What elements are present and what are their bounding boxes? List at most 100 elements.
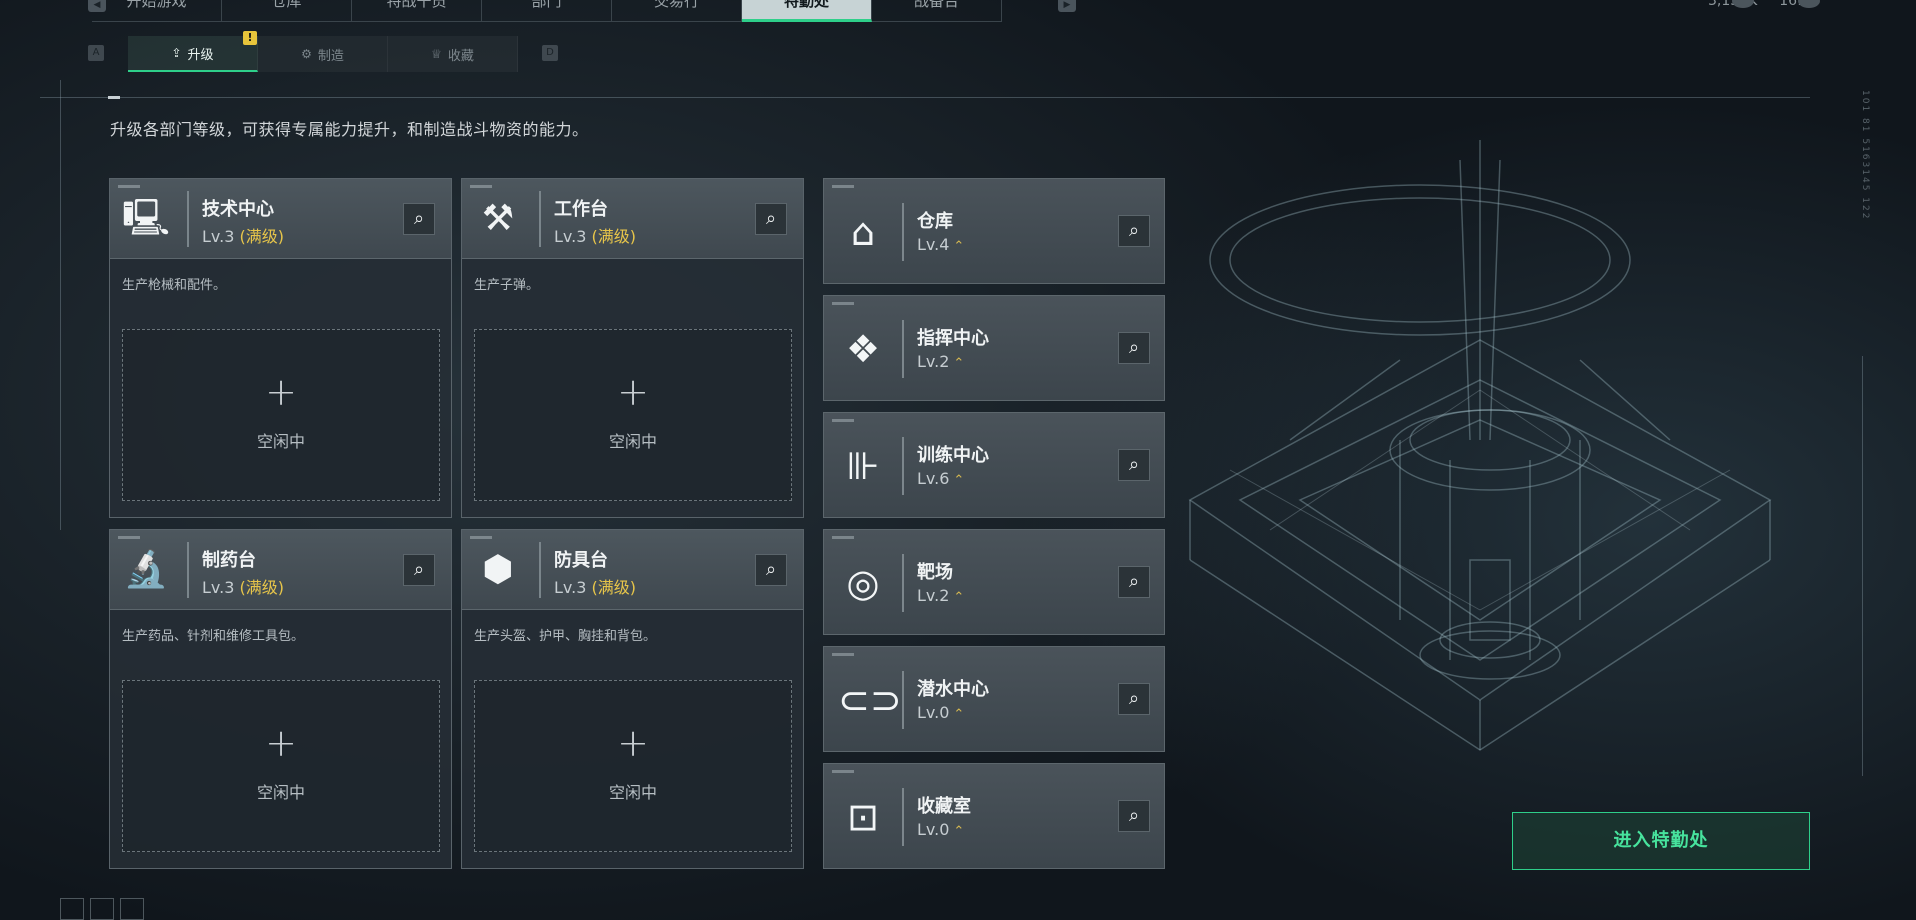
plus-icon: +	[617, 370, 649, 414]
base-blueprint-illustration	[1188, 140, 1772, 751]
max-level-tag: (满级)	[239, 578, 285, 597]
search-icon[interactable]: ⌕	[403, 203, 435, 235]
search-icon[interactable]: ⌕	[755, 554, 787, 586]
bottom-decoration	[60, 898, 144, 920]
target-icon: ◎	[846, 561, 880, 605]
search-icon[interactable]: ⌕	[1118, 449, 1150, 481]
facility-name: 潜水中心	[917, 679, 989, 700]
facility-name: 收藏室	[917, 796, 971, 817]
facility-warehouse[interactable]: ⌂ 仓库 Lv.4 ⌃ ⌕	[823, 178, 1165, 284]
facility-level: Lv.4 ⌃	[917, 235, 965, 254]
search-icon[interactable]: ⌕	[403, 554, 435, 586]
search-icon[interactable]: ⌕	[1118, 215, 1150, 247]
divider	[902, 788, 904, 846]
station-name: 技术中心	[202, 199, 274, 220]
page-description: 升级各部门等级，可获得专属能力提升，和制造战斗物资的能力。	[110, 120, 589, 139]
production-slot[interactable]: + 空闲中	[474, 680, 792, 852]
max-level-tag: (满级)	[591, 227, 637, 246]
station-name: 防具台	[554, 550, 608, 571]
divider	[187, 191, 189, 247]
station-card-armor[interactable]: ⬢ 防具台 Lv.3 (满级) ⌕ 生产头盔、护甲、胸挂和背包。 + 空闲中	[461, 529, 804, 869]
cubes-icon: ⬢	[482, 549, 514, 590]
top-tab-operators[interactable]: 特战干员	[352, 0, 482, 22]
card-tag	[832, 302, 854, 305]
deco-box	[90, 898, 114, 920]
card-header: ⬢ 防具台 Lv.3 (满级) ⌕	[462, 530, 803, 610]
slot-status: 空闲中	[608, 432, 657, 451]
facility-name: 仓库	[917, 211, 953, 232]
divider	[902, 320, 904, 378]
divider	[902, 671, 904, 729]
station-card-workbench[interactable]: ⚒ 工作台 Lv.3 (满级) ⌕ 生产子弹。 + 空闲中	[461, 178, 804, 518]
top-tab-armory[interactable]: 战备台	[872, 0, 1002, 22]
top-tab-warehouse[interactable]: 仓库	[222, 0, 352, 22]
station-card-pharmacy[interactable]: 🔬 制药台 Lv.3 (满级) ⌕ 生产药品、针剂和维修工具包。 + 空闲中	[109, 529, 452, 869]
card-tag	[470, 536, 492, 539]
production-slot[interactable]: + 空闲中	[474, 329, 792, 501]
slot-status: 空闲中	[256, 432, 305, 451]
tools-icon: ⚒	[481, 198, 515, 239]
upgrade-arrow-icon: ⌃	[953, 824, 965, 839]
upgrade-arrow-icon: ⌃	[953, 707, 965, 722]
facility-name: 指挥中心	[917, 328, 989, 349]
sub-nav-next-key[interactable]: D	[542, 45, 558, 61]
top-tab-start-game[interactable]: 开始游戏	[92, 0, 222, 22]
search-icon[interactable]: ⌕	[1118, 800, 1150, 832]
plus-icon: +	[265, 721, 297, 765]
sub-tab-craft[interactable]: ⚙ 制造	[258, 36, 388, 72]
upgrade-arrow-icon: ⌃	[953, 239, 965, 254]
top-tab-trade[interactable]: 交易行	[612, 0, 742, 22]
sub-tab-label: 制造	[317, 48, 344, 64]
card-tag	[470, 185, 492, 188]
search-icon[interactable]: ⌕	[1118, 683, 1150, 715]
frame-line-right	[1862, 356, 1863, 776]
max-level-tag: (满级)	[239, 227, 285, 246]
frame-line-left	[60, 80, 61, 530]
search-icon[interactable]: ⌕	[755, 203, 787, 235]
station-level: Lv.3 (满级)	[554, 578, 636, 597]
station-level: Lv.3 (满级)	[554, 227, 637, 246]
top-tab-special-ops[interactable]: 特勤处	[742, 0, 872, 22]
card-tag	[118, 185, 140, 188]
station-level: Lv.3 (满级)	[202, 227, 285, 246]
station-name: 制药台	[202, 550, 256, 571]
facility-shooting-range[interactable]: ◎ 靶场 Lv.2 ⌃ ⌕	[823, 529, 1165, 635]
divider	[539, 542, 541, 598]
facility-collection-room[interactable]: ⊡ 收藏室 Lv.0 ⌃ ⌕	[823, 763, 1165, 869]
search-icon[interactable]: ⌕	[1118, 566, 1150, 598]
top-nav-next-key[interactable]: ▶	[1058, 0, 1076, 12]
divider	[902, 437, 904, 495]
divider	[902, 554, 904, 612]
deco-box	[60, 898, 84, 920]
sub-tab-collection[interactable]: ♕ 收藏	[388, 36, 518, 72]
facility-level: Lv.0 ⌃	[917, 703, 965, 722]
plus-icon: +	[617, 721, 649, 765]
facility-level: Lv.2 ⌃	[917, 586, 965, 605]
top-tab-departments[interactable]: 部门	[482, 0, 612, 22]
sub-tab-label: 收藏	[447, 48, 474, 64]
sub-nav-prev-key[interactable]: A	[88, 45, 104, 61]
facility-name: 训练中心	[917, 445, 989, 466]
facility-level: Lv.0 ⌃	[917, 820, 965, 839]
plus-icon: +	[265, 370, 297, 414]
facility-command-center[interactable]: ❖ 指挥中心 Lv.2 ⌃ ⌕	[823, 295, 1165, 401]
warehouse-icon: ⌂	[850, 210, 876, 254]
station-card-tech-center[interactable]: 🖳 技术中心 Lv.3 (满级) ⌕ 生产枪械和配件。 + 空闲中	[109, 178, 452, 518]
facility-diving-center[interactable]: ⊂⊃ 潜水中心 Lv.0 ⌃ ⌕	[823, 646, 1165, 752]
facility-level: Lv.2 ⌃	[917, 352, 965, 371]
search-icon[interactable]: ⌕	[1118, 332, 1150, 364]
production-slot[interactable]: + 空闲中	[122, 329, 440, 501]
sub-tab-upgrade[interactable]: ⇪ 升级	[128, 36, 258, 72]
divider	[539, 191, 541, 247]
upgrade-arrow-icon: ⌃	[953, 473, 965, 488]
station-level: Lv.3 (满级)	[202, 578, 285, 597]
slot-status: 空闲中	[608, 783, 657, 802]
card-header: ⚒ 工作台 Lv.3 (满级) ⌕	[462, 179, 803, 259]
trophy-icon: ♕	[431, 47, 442, 61]
facility-training-center[interactable]: ⊪ 训练中心 Lv.6 ⌃ ⌕	[823, 412, 1165, 518]
production-slot[interactable]: + 空闲中	[122, 680, 440, 852]
station-description: 生产枪械和配件。	[122, 278, 227, 293]
card-tag	[832, 185, 854, 188]
top-nav: 开始游戏 仓库 特战干员 部门 交易行 特勤处 战备台	[92, 0, 1002, 22]
enter-special-ops-button[interactable]: 进入特勤处	[1512, 812, 1810, 870]
